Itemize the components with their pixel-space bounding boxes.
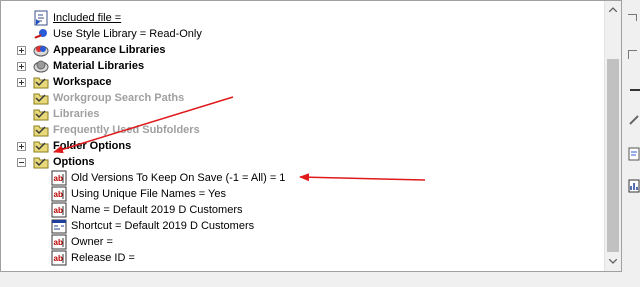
tree-item-workgroup-search-paths[interactable]: Workgroup Search Paths <box>1 90 601 106</box>
report-icon[interactable] <box>628 178 640 194</box>
scroll-up-button[interactable] <box>605 3 621 19</box>
vertical-scrollbar[interactable] <box>604 1 621 271</box>
tree-item-label: Frequently Used Subfolders <box>53 124 200 136</box>
tree-item-options[interactable]: Options <box>1 154 601 170</box>
abc-field-icon: ab <box>51 250 67 266</box>
style-library-icon <box>33 26 49 42</box>
tree-item-label: Included file = <box>53 12 122 24</box>
expand-icon[interactable] <box>17 46 26 55</box>
project-options-panel: Included file = Use Style Library = Read… <box>0 0 622 272</box>
included-file-icon <box>33 10 49 26</box>
abc-field-icon: ab <box>51 202 67 218</box>
tree-item-included-file[interactable]: Included file = <box>1 10 601 26</box>
abc-field-icon: ab <box>51 234 67 250</box>
scroll-down-button[interactable] <box>605 255 621 271</box>
tree-item-release-id[interactable]: ab Release ID = <box>1 250 601 266</box>
side-toolbar <box>624 0 640 287</box>
library-icon <box>33 58 49 74</box>
options-tree: Included file = Use Style Library = Read… <box>1 1 606 271</box>
tree-item-workspace[interactable]: Workspace <box>1 74 601 90</box>
library-icon <box>33 42 49 58</box>
tree-item-label: Using Unique File Names = Yes <box>71 188 226 200</box>
scrollbar-thumb[interactable] <box>607 59 619 252</box>
toolbar-edge-icon[interactable] <box>628 14 637 21</box>
abc-field-icon: ab <box>51 186 67 202</box>
collapse-icon[interactable] <box>17 158 26 167</box>
expand-icon[interactable] <box>17 142 26 151</box>
tree-item-name[interactable]: ab Name = Default 2019 D Customers <box>1 202 601 218</box>
svg-text:ab: ab <box>54 254 63 263</box>
svg-text:ab: ab <box>54 238 63 247</box>
tree-item-shortcut[interactable]: Shortcut = Default 2019 D Customers <box>1 218 601 234</box>
tree-item-owner[interactable]: ab Owner = <box>1 234 601 250</box>
folder-icon <box>33 154 49 170</box>
tree-item-old-versions[interactable]: ab Old Versions To Keep On Save (-1 = Al… <box>1 170 601 186</box>
tree-item-libraries[interactable]: Libraries <box>1 106 601 122</box>
tree-item-frequently-used-subfolders[interactable]: Frequently Used Subfolders <box>1 122 601 138</box>
toolbar-edge-icon[interactable] <box>628 50 637 59</box>
tree-item-label: Workgroup Search Paths <box>53 92 185 104</box>
tree-item-label: Use Style Library = Read-Only <box>53 28 202 40</box>
document-edit-icon[interactable] <box>628 146 640 162</box>
tree-item-label: Name = Default 2019 D Customers <box>71 204 243 216</box>
tree-item-label: Material Libraries <box>53 60 145 72</box>
tree-item-appearance-libraries[interactable]: Appearance Libraries <box>1 42 601 58</box>
abc-field-icon: ab <box>51 170 67 186</box>
folder-icon <box>33 90 49 106</box>
svg-text:ab: ab <box>54 206 63 215</box>
pen-icon[interactable] <box>628 112 640 128</box>
tree-item-label: Libraries <box>53 108 100 120</box>
expand-icon[interactable] <box>17 62 26 71</box>
folder-icon <box>33 138 49 154</box>
tree-item-folder-options[interactable]: Folder Options <box>1 138 601 154</box>
minus-icon[interactable] <box>628 82 640 98</box>
tree-item-label: Owner = <box>71 236 113 248</box>
tree-item-use-style-library[interactable]: Use Style Library = Read-Only <box>1 26 601 42</box>
expand-icon[interactable] <box>17 78 26 87</box>
folder-icon <box>33 74 49 90</box>
tree-item-material-libraries[interactable]: Material Libraries <box>1 58 601 74</box>
svg-text:ab: ab <box>54 174 63 183</box>
tree-item-label: Old Versions To Keep On Save (-1 = All) … <box>71 172 286 184</box>
svg-text:ab: ab <box>54 190 63 199</box>
folder-icon <box>33 106 49 122</box>
folder-icon <box>33 122 49 138</box>
tree-item-label: Release ID = <box>71 252 135 264</box>
tree-item-label: Workspace <box>53 76 112 88</box>
shortcut-icon <box>51 218 67 234</box>
tree-item-label: Folder Options <box>53 140 132 152</box>
tree-item-label: Shortcut = Default 2019 D Customers <box>71 220 255 232</box>
tree-item-label: Options <box>53 156 95 168</box>
tree-item-using-unique-file-names[interactable]: ab Using Unique File Names = Yes <box>1 186 601 202</box>
tree-item-label: Appearance Libraries <box>53 44 166 56</box>
